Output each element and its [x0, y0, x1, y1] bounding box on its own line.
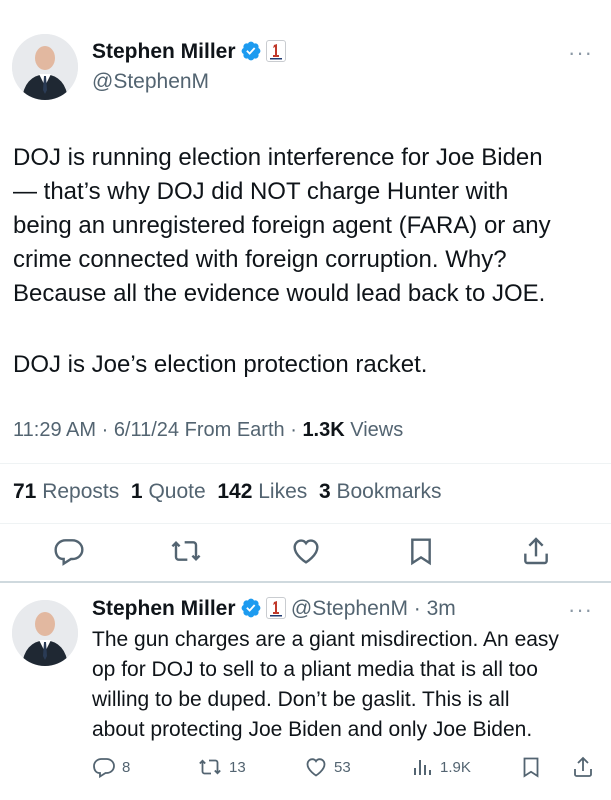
reply-text: The gun charges are a giant misdirection… — [92, 628, 559, 741]
verified-icon — [241, 598, 261, 618]
bookmark-icon[interactable] — [519, 755, 543, 779]
tweet-meta: 11:29 AM · 6/11/24 From Earth · 1.3K Vie… — [13, 419, 404, 441]
reply-likes-count: 53 — [334, 758, 351, 776]
reply-reposts-count: 13 — [229, 758, 246, 776]
reposts-stat[interactable]: 71 Reposts — [13, 480, 119, 503]
author-handle[interactable]: @StephenM — [92, 70, 209, 94]
tweet-date[interactable]: 6/11/24 — [114, 419, 179, 441]
author-name[interactable]: Stephen Miller — [92, 40, 236, 63]
bookmarks-stat[interactable]: 3 Bookmarks — [319, 480, 442, 503]
divider — [0, 523, 611, 524]
reply-icon[interactable] — [53, 535, 85, 567]
reply-time[interactable]: 3m — [427, 597, 456, 620]
reply-author-name[interactable]: Stephen Miller — [92, 597, 236, 620]
tweet-text: DOJ is running election interference for… — [13, 144, 551, 307]
divider — [0, 463, 611, 464]
views-label: Views — [350, 419, 404, 441]
reply-likes-action[interactable]: 53 — [304, 755, 351, 779]
share-icon[interactable] — [520, 535, 552, 567]
more-options-button[interactable]: ··· — [568, 40, 593, 66]
affiliate-badge[interactable] — [266, 40, 287, 62]
engagement-stats: 71 Reposts 1 Quote 142 Likes 3 Bookmarks — [13, 480, 442, 504]
reply-reposts-action[interactable]: 13 — [197, 755, 246, 779]
like-icon[interactable] — [290, 535, 322, 567]
reply-more-options-button[interactable]: ··· — [568, 597, 593, 623]
likes-stat[interactable]: 142 Likes — [217, 480, 307, 503]
like-icon — [306, 758, 326, 777]
reply-replies-count: 8 — [122, 758, 131, 776]
author-header: Stephen Miller — [92, 40, 287, 64]
reply-icon — [93, 758, 115, 779]
share-icon[interactable] — [571, 755, 595, 779]
reply-author-handle[interactable]: @StephenM — [291, 597, 408, 620]
reply-views-action[interactable]: 1.9K — [410, 755, 471, 779]
reply-replies-action[interactable]: 8 — [92, 755, 130, 779]
thread-separator — [0, 581, 611, 583]
reply-author-header: Stephen Miller @StephenM · 3m — [92, 597, 456, 621]
author-avatar[interactable] — [12, 34, 78, 100]
reply-views-count: 1.9K — [440, 758, 471, 776]
bookmark-icon[interactable] — [405, 535, 437, 567]
views-count: 1.3K — [302, 419, 345, 441]
tweet-source: From Earth — [184, 419, 285, 441]
reply-author-avatar[interactable] — [12, 600, 78, 666]
verified-icon — [241, 41, 261, 61]
reply-separator-dot: · — [407, 597, 427, 620]
quotes-stat[interactable]: 1 Quote — [131, 480, 206, 503]
views-icon — [414, 760, 431, 775]
tweet-text-closing: DOJ is Joe’s election protection racket. — [13, 351, 428, 378]
repost-icon[interactable] — [170, 535, 202, 567]
repost-icon — [199, 759, 221, 775]
tweet-time[interactable]: 11:29 AM — [13, 419, 96, 441]
affiliate-badge[interactable] — [266, 597, 287, 619]
